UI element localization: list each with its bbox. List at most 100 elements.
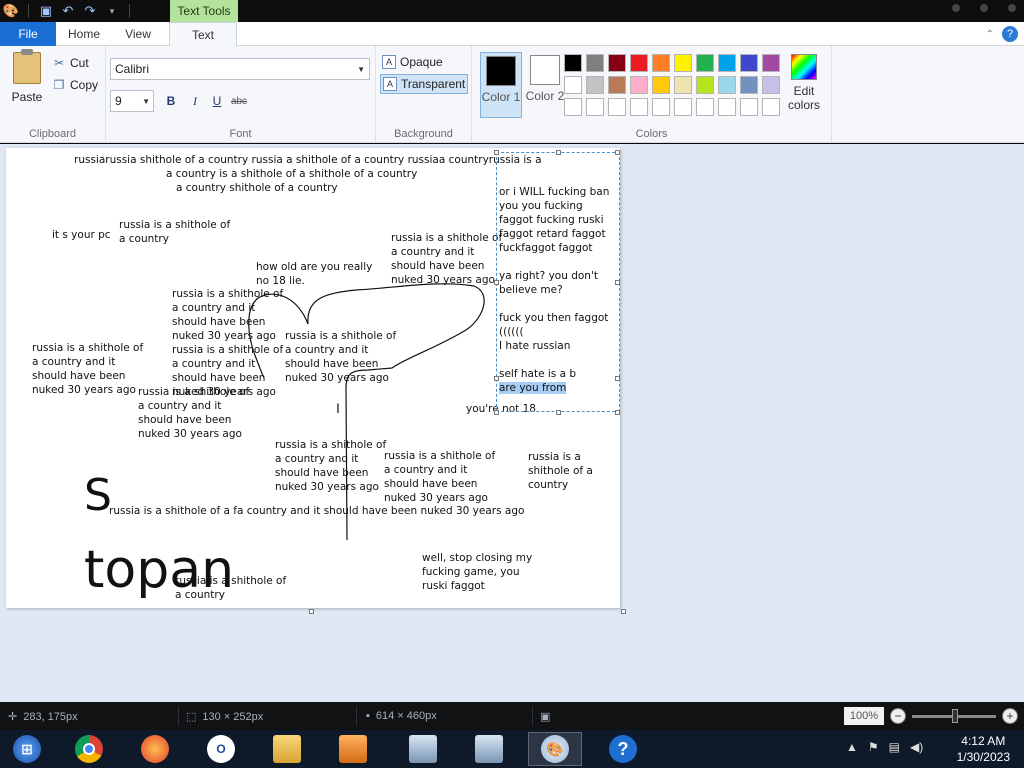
zoom-in-button[interactable]: +	[1002, 708, 1018, 724]
maximize-button[interactable]	[980, 4, 988, 12]
palette-swatch[interactable]	[630, 98, 648, 116]
palette-swatch[interactable]	[608, 76, 626, 94]
palette-swatch[interactable]	[564, 54, 582, 72]
canvas-large-text: S	[84, 470, 112, 521]
canvas-resize-handle[interactable]	[309, 609, 314, 614]
canvas-resize-handle[interactable]	[621, 609, 626, 614]
underline-button[interactable]: U	[208, 92, 226, 110]
cut-button[interactable]: ✂ Cut	[52, 54, 89, 72]
taskbar-remote-desktop-2[interactable]	[462, 732, 516, 766]
palette-swatch[interactable]	[674, 54, 692, 72]
text-selection-box[interactable]: or i WILL fucking ban you you fucking fa…	[496, 152, 620, 412]
save-icon[interactable]: ▣	[37, 2, 55, 20]
taskbar-firefox[interactable]	[128, 732, 182, 766]
taskbar: ⊞ O 🎨 ? ▲ ⚑ ▤ ◀) 4:12 AM 1/30/2023	[0, 730, 1024, 768]
palette-swatch[interactable]	[564, 98, 582, 116]
paint-app-icon[interactable]: 🎨	[2, 2, 20, 20]
palette-swatch[interactable]	[740, 54, 758, 72]
chevron-down-icon: ▼	[142, 96, 150, 106]
color1-button[interactable]: Color 1	[480, 52, 522, 118]
resize-handle[interactable]	[615, 376, 620, 381]
palette-swatch[interactable]	[564, 76, 582, 94]
close-button[interactable]	[1008, 4, 1016, 12]
palette-swatch[interactable]	[652, 54, 670, 72]
bold-button[interactable]: B	[162, 92, 180, 110]
taskbar-opera[interactable]: O	[194, 732, 248, 766]
resize-handle[interactable]	[494, 150, 499, 155]
action-center-flag-icon[interactable]: ⚑	[868, 740, 879, 754]
palette-swatch[interactable]	[762, 76, 780, 94]
transparent-button[interactable]: A Transparent	[380, 74, 468, 94]
highlighted-text[interactable]: are you from	[499, 381, 567, 395]
customize-qat-icon[interactable]: ▾	[103, 2, 121, 20]
system-clock[interactable]: 4:12 AM 1/30/2023	[957, 733, 1010, 765]
palette-swatch[interactable]	[608, 98, 626, 116]
palette-swatch[interactable]	[762, 98, 780, 116]
resize-handle[interactable]	[494, 280, 499, 285]
taskbar-explorer[interactable]	[260, 732, 314, 766]
palette-swatch[interactable]	[718, 76, 736, 94]
canvas-text: how old are you really no 18 lie.	[256, 261, 373, 287]
collapse-ribbon-icon[interactable]: ⌃	[986, 29, 994, 40]
color2-button[interactable]: Color 2	[524, 52, 566, 118]
font-size-dropdown[interactable]: 9 ▼	[110, 90, 154, 112]
resize-handle[interactable]	[615, 150, 620, 155]
volume-icon[interactable]: ◀)	[910, 740, 923, 754]
resize-handle[interactable]	[494, 410, 499, 415]
ribbon-right-controls: ⌃ ?	[986, 26, 1018, 42]
palette-swatch[interactable]	[674, 76, 692, 94]
palette-swatch[interactable]	[630, 54, 648, 72]
taskbar-remote-desktop-1[interactable]	[396, 732, 450, 766]
palette-swatch[interactable]	[630, 76, 648, 94]
palette-swatch[interactable]	[762, 54, 780, 72]
font-family-dropdown[interactable]: Calibri ▼	[110, 58, 370, 80]
strikethrough-button[interactable]: abc	[230, 92, 248, 110]
palette-swatch[interactable]	[586, 98, 604, 116]
palette-swatch[interactable]	[696, 54, 714, 72]
palette-swatch[interactable]	[718, 54, 736, 72]
taskbar-chrome[interactable]	[62, 732, 116, 766]
tab-text[interactable]: Text	[169, 22, 237, 47]
palette-swatch[interactable]	[696, 76, 714, 94]
taskbar-paint[interactable]: 🎨	[528, 732, 582, 766]
tab-file[interactable]: File	[0, 22, 56, 46]
canvas-text: russia is a shithole of a country	[175, 575, 287, 601]
undo-icon[interactable]: ↶	[59, 2, 77, 20]
zoom-slider-thumb[interactable]	[952, 708, 958, 723]
tab-home[interactable]: Home	[58, 22, 110, 46]
minimize-button[interactable]	[952, 4, 960, 12]
italic-button[interactable]: I	[186, 92, 204, 110]
taskbar-help[interactable]: ?	[596, 732, 650, 766]
zoom-out-button[interactable]: −	[890, 708, 906, 724]
zoom-slider[interactable]	[912, 708, 996, 723]
palette-swatch[interactable]	[718, 98, 736, 116]
selected-text-content[interactable]: or i WILL fucking ban you you fucking fa…	[499, 185, 609, 381]
taskbar-app[interactable]	[326, 732, 380, 766]
network-icon[interactable]: ▤	[889, 740, 900, 754]
resize-handle[interactable]	[494, 376, 499, 381]
palette-swatch[interactable]	[608, 54, 626, 72]
resize-handle[interactable]	[556, 410, 561, 415]
palette-swatch[interactable]	[586, 76, 604, 94]
paste-button[interactable]: Paste	[6, 49, 48, 108]
palette-swatch[interactable]	[674, 98, 692, 116]
palette-swatch[interactable]	[740, 98, 758, 116]
palette-swatch[interactable]	[652, 98, 670, 116]
resize-handle[interactable]	[615, 410, 620, 415]
edit-colors-button[interactable]: Edit colors	[782, 54, 826, 112]
palette-swatch[interactable]	[740, 76, 758, 94]
palette-swatch[interactable]	[652, 76, 670, 94]
start-button[interactable]: ⊞	[0, 732, 54, 766]
palette-swatch[interactable]	[586, 54, 604, 72]
palette-swatch[interactable]	[696, 98, 714, 116]
drawing-canvas[interactable]: russiarussia shithole of a country russi…	[6, 148, 620, 608]
opaque-button[interactable]: A Opaque	[380, 52, 468, 72]
resize-handle[interactable]	[556, 150, 561, 155]
font-group-label: Font	[229, 128, 252, 140]
show-hidden-icons-icon[interactable]: ▲	[846, 740, 858, 754]
redo-icon[interactable]: ↷	[81, 2, 99, 20]
resize-handle[interactable]	[615, 280, 620, 285]
help-icon[interactable]: ?	[1002, 26, 1018, 42]
copy-button[interactable]: ❐ Copy	[52, 76, 98, 94]
tab-view[interactable]: View	[112, 22, 164, 46]
